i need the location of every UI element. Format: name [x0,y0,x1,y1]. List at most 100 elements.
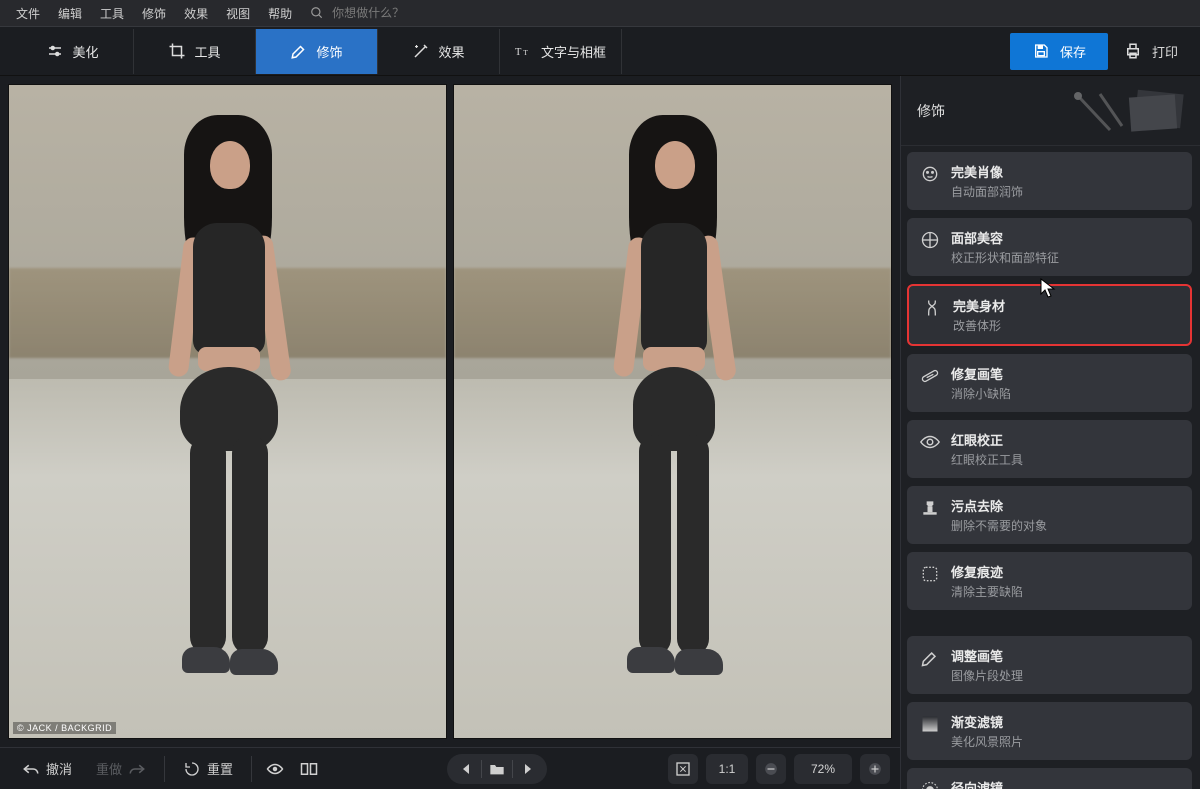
eye-icon [266,760,284,778]
undo-icon [22,760,40,778]
tool-card[interactable]: 红眼校正红眼校正工具 [907,420,1192,478]
tool-title: 修复痕迹 [951,562,1180,581]
image-before[interactable]: 之前 © JACK / BACKGRID [8,84,447,739]
watermark: © JACK / BACKGRID [13,722,116,734]
redo-label: 重做 [96,759,122,778]
brush-icon [919,647,941,669]
menu-edit[interactable]: 编辑 [50,1,90,26]
redo-button[interactable]: 重做 [84,753,158,784]
print-button[interactable]: 打印 [1124,42,1178,61]
tool-desc: 校正形状和面部特征 [951,249,1180,266]
reset-label: 重置 [207,759,233,778]
brush-icon [290,42,308,60]
tool-card[interactable]: 修复痕迹清除主要缺陷 [907,552,1192,610]
gradient-icon [919,713,941,735]
crop-icon [168,42,186,60]
fit-screen-button[interactable] [668,754,698,784]
photo-content [9,85,446,738]
wand-icon [412,42,430,60]
ratio-label: 1:1 [719,762,736,776]
reset-icon [183,760,201,778]
expand-icon [674,760,692,778]
nav-next[interactable] [513,754,543,784]
compare-icon [300,760,318,778]
tab-label: 修饰 [316,42,342,61]
tool-title: 污点去除 [951,496,1180,515]
tool-card[interactable]: 完美身材改善体形 [907,284,1192,346]
svg-text:T: T [515,47,522,58]
minus-icon [762,760,780,778]
tool-title: 红眼校正 [951,430,1180,449]
print-label: 打印 [1152,42,1178,61]
menu-help[interactable]: 帮助 [260,1,300,26]
radial-icon [919,779,941,789]
zoom-out-button[interactable] [756,754,786,784]
save-button[interactable]: 保存 [1010,33,1108,70]
menu-retouch[interactable]: 修饰 [134,1,174,26]
undo-button[interactable]: 撤消 [10,753,84,784]
photo-content [454,85,891,738]
stamp-icon [919,497,941,519]
tool-title: 渐变滤镜 [951,712,1180,731]
main-toolbar: 美化 工具 修饰 效果 TT 文字与相框 [0,26,1200,76]
plus-icon [866,760,884,778]
nav-pill [447,754,547,784]
zoom-in-button[interactable] [860,754,890,784]
tool-desc: 自动面部润饰 [951,183,1180,200]
printer-icon [1124,42,1142,60]
tab-label: 美化 [72,42,98,61]
body-icon [921,297,943,319]
floppy-icon [1032,42,1050,60]
tab-enhance[interactable]: 美化 [12,29,134,74]
tab-effects[interactable]: 效果 [378,29,500,74]
workspace: 之前 © JACK / BACKGRID 之后 [0,76,900,747]
tab-label: 文字与相框 [541,42,606,61]
tool-desc: 美化风景照片 [951,733,1180,750]
preview-toggle[interactable] [258,754,292,784]
tab-tools[interactable]: 工具 [134,29,256,74]
right-panel: 修饰 完美肖像自动面部润饰面部美容校正形状和面部特征完美身材改善体形修复画笔消除… [900,76,1200,789]
tool-title: 修复画笔 [951,364,1180,383]
tool-card[interactable]: 调整画笔图像片段处理 [907,636,1192,694]
tool-card[interactable]: 径向滤镜在对象上创建强化 [907,768,1192,789]
tool-card[interactable]: 污点去除删除不需要的对象 [907,486,1192,544]
tab-retouch[interactable]: 修饰 [256,29,378,74]
zoom-level[interactable]: 72% [794,754,852,784]
svg-text:T: T [523,48,528,57]
tool-title: 径向滤镜 [951,778,1180,789]
tab-text[interactable]: TT 文字与相框 [500,29,622,74]
menu-effects[interactable]: 效果 [176,1,216,26]
tool-title: 调整画笔 [951,646,1180,665]
tool-card[interactable]: 面部美容校正形状和面部特征 [907,218,1192,276]
nav-prev[interactable] [451,754,481,784]
reset-button[interactable]: 重置 [171,753,245,784]
image-after[interactable]: 之后 [453,84,892,739]
face-icon [919,163,941,185]
bottom-bar: 撤消 重做 重置 [0,747,900,789]
menu-view[interactable]: 视图 [218,1,258,26]
panel-header: 修饰 [901,76,1200,146]
menu-bar: 文件 编辑 工具 修饰 效果 视图 帮助 [0,0,1200,26]
save-label: 保存 [1060,42,1086,61]
tool-list[interactable]: 完美肖像自动面部润饰面部美容校正形状和面部特征完美身材改善体形修复画笔消除小缺陷… [901,146,1200,789]
section-gap [907,618,1192,636]
tool-desc: 消除小缺陷 [951,385,1180,402]
tool-card[interactable]: 完美肖像自动面部润饰 [907,152,1192,210]
menu-tools[interactable]: 工具 [92,1,132,26]
menu-file[interactable]: 文件 [8,1,48,26]
tool-title: 面部美容 [951,228,1180,247]
search-input[interactable] [332,6,492,20]
tool-desc: 清除主要缺陷 [951,583,1180,600]
compare-toggle[interactable] [292,754,326,784]
actual-size-button[interactable]: 1:1 [706,754,748,784]
tool-card[interactable]: 修复画笔消除小缺陷 [907,354,1192,412]
tool-title: 完美肖像 [951,162,1180,181]
redo-icon [128,760,146,778]
search-icon [308,4,326,22]
tool-title: 完美身材 [953,296,1178,315]
tool-card[interactable]: 渐变滤镜美化风景照片 [907,702,1192,760]
panel-title: 修饰 [917,101,945,121]
tab-label: 效果 [438,42,464,61]
undo-label: 撤消 [46,759,72,778]
nav-browse[interactable] [482,754,512,784]
